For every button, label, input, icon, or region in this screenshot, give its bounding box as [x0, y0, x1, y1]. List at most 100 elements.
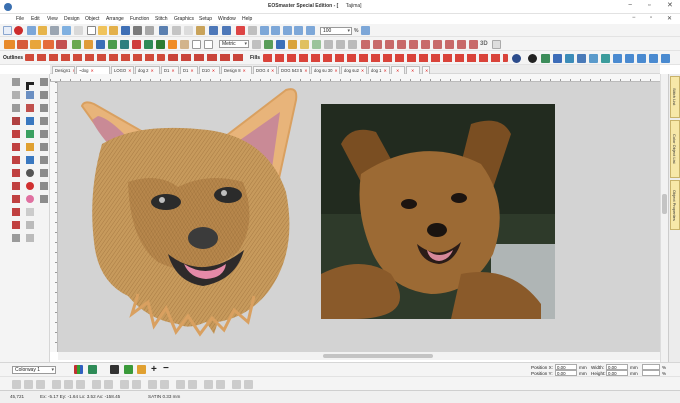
monogram-icon[interactable] — [553, 54, 562, 63]
satin-tool-icon[interactable] — [26, 130, 34, 138]
cross-stitch-icon[interactable] — [613, 54, 622, 63]
polygon-icon[interactable] — [433, 40, 442, 49]
zoom-select-icon[interactable] — [306, 26, 315, 35]
steil-tool-icon[interactable] — [40, 143, 48, 151]
tab-d10[interactable]: D10 ✕ — [199, 66, 220, 74]
burst-icon[interactable] — [469, 40, 478, 49]
measure-tool-icon[interactable] — [40, 117, 48, 125]
pin-icon[interactable] — [27, 26, 36, 35]
cross-tool-icon[interactable] — [26, 156, 34, 164]
tab-close-icon[interactable]: ✕ — [411, 68, 415, 73]
import-icon[interactable] — [159, 26, 168, 35]
pointer-icon[interactable] — [276, 40, 285, 49]
minimize-button[interactable]: − — [628, 2, 632, 10]
tab-d1-b[interactable]: D1 ✕ — [180, 66, 198, 74]
heart-shape-icon[interactable] — [373, 40, 382, 49]
eyedropper-icon[interactable] — [72, 40, 81, 49]
marker-icon[interactable] — [43, 40, 54, 49]
trim-tool-icon[interactable] — [12, 169, 20, 177]
circle-icon[interactable] — [336, 40, 345, 49]
reference-photo[interactable] — [321, 104, 555, 319]
align-bottom-icon[interactable] — [76, 380, 85, 389]
menu-stitch[interactable]: Stitch — [155, 16, 168, 22]
tab-close-icon[interactable]: ✕ — [72, 68, 74, 73]
menu-view[interactable]: View — [47, 16, 58, 22]
wave-tool-icon[interactable] — [12, 208, 20, 216]
split-tool-icon[interactable] — [26, 221, 34, 229]
design-canvas[interactable] — [58, 82, 660, 352]
tab-close-icon[interactable]: ✕ — [150, 68, 154, 73]
shape-tool-icon[interactable] — [12, 130, 20, 138]
tab-close-icon[interactable]: ✕ — [396, 68, 400, 73]
tab-design-8[interactable]: Design 8 ✕ — [221, 66, 252, 74]
lasso-tool-icon[interactable] — [12, 91, 20, 99]
stitch-list-tab[interactable]: Stitch List — [670, 76, 680, 118]
rotate-left-icon[interactable] — [176, 380, 185, 389]
mdi-minimize-button[interactable]: − — [632, 15, 636, 21]
folder-icon[interactable] — [109, 26, 118, 35]
fill-stitch-types[interactable] — [263, 54, 508, 62]
align-left-icon[interactable] — [12, 380, 21, 389]
ungroup-icon[interactable] — [132, 380, 141, 389]
home-icon[interactable] — [3, 26, 12, 35]
stamp-icon[interactable] — [84, 40, 93, 49]
unlock-icon[interactable] — [244, 380, 253, 389]
palette-icon-bottom[interactable] — [74, 365, 83, 374]
align-center-icon[interactable] — [24, 380, 33, 389]
spiral-tool-icon[interactable] — [12, 221, 20, 229]
eyedropper-icon-bottom[interactable] — [124, 365, 133, 374]
outline-stitch-types[interactable] — [25, 54, 165, 61]
star-icon[interactable] — [348, 40, 357, 49]
thread-chart-icon[interactable] — [110, 365, 119, 374]
brush-icon[interactable] — [17, 40, 28, 49]
vertical-scroll-thumb[interactable] — [662, 194, 667, 214]
undo-icon[interactable] — [209, 26, 218, 35]
tab-close-icon[interactable]: ✕ — [361, 68, 365, 73]
tab-close-icon[interactable]: ✕ — [383, 68, 387, 73]
zoom-tool-icon[interactable] — [26, 234, 34, 242]
menu-design[interactable]: Design — [64, 16, 80, 22]
sequin-icon[interactable] — [577, 54, 586, 63]
tab-close-icon[interactable]: ✕ — [304, 68, 308, 73]
tab-untitled-a[interactable]: ✕ — [391, 66, 405, 74]
align-middle-icon[interactable] — [64, 380, 73, 389]
tie-tool-icon[interactable] — [40, 182, 48, 190]
rotate-right-icon[interactable] — [188, 380, 197, 389]
needle-icon[interactable] — [288, 40, 297, 49]
tab-close-icon[interactable]: ✕ — [212, 68, 216, 73]
machine-icon[interactable] — [74, 26, 83, 35]
shapes-icon[interactable] — [120, 40, 129, 49]
select-tool-icon[interactable] — [12, 78, 20, 86]
text-icon[interactable] — [96, 40, 105, 49]
tab-close-icon[interactable]: ✕ — [334, 68, 338, 73]
grid-toggle-icon[interactable] — [192, 40, 201, 49]
mdi-close-button[interactable]: ✕ — [667, 15, 672, 22]
tatami-tool-icon[interactable] — [12, 143, 20, 151]
lock-icon[interactable] — [232, 380, 241, 389]
tab-close-icon[interactable]: ✕ — [190, 68, 194, 73]
lettering-icon[interactable] — [541, 54, 550, 63]
chenille-icon[interactable] — [589, 54, 598, 63]
settings-icon[interactable] — [50, 26, 59, 35]
copy-icon[interactable] — [184, 26, 193, 35]
text-tool-icon[interactable] — [12, 182, 20, 190]
print-icon[interactable] — [133, 26, 142, 35]
tools-icon[interactable] — [38, 26, 47, 35]
stop-icon[interactable] — [236, 26, 245, 35]
rotate-tool-icon[interactable] — [40, 91, 48, 99]
pen-tool-icon[interactable] — [12, 104, 20, 112]
menu-graphics[interactable]: Graphics — [174, 16, 194, 22]
color-change-icon[interactable] — [40, 169, 48, 177]
crayon-icon[interactable] — [30, 40, 41, 49]
order-back-icon[interactable] — [216, 380, 225, 389]
oval-icon[interactable] — [421, 40, 430, 49]
tab-untitled-b[interactable]: ✕ — [406, 66, 420, 74]
vertical-scrollbar[interactable] — [660, 74, 668, 362]
flag-icon[interactable] — [361, 40, 370, 49]
menu-setup[interactable]: Setup — [199, 16, 212, 22]
paste-icon[interactable] — [196, 26, 205, 35]
free-motion-icon[interactable] — [637, 54, 646, 63]
arrow-shape-icon[interactable] — [397, 40, 406, 49]
tab-dog[interactable]: ~dog ✕ — [76, 66, 110, 74]
zoom-fit-icon[interactable] — [294, 26, 303, 35]
